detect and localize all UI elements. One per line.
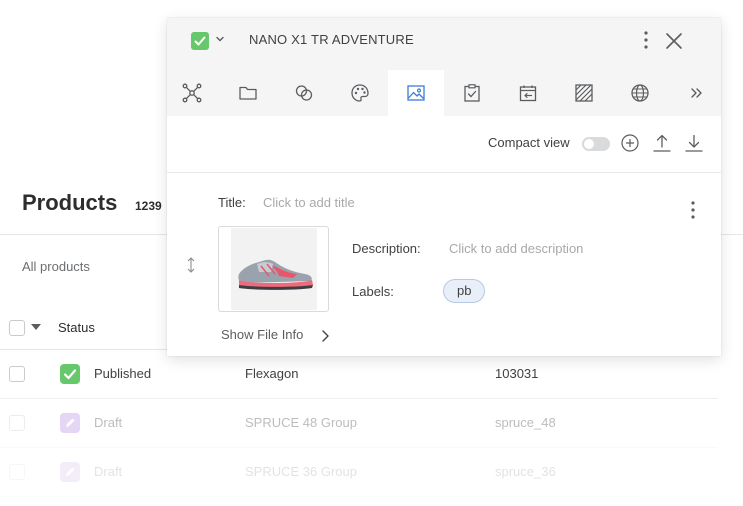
more-vertical-icon[interactable] <box>684 199 702 221</box>
hatched-square-icon <box>575 84 593 102</box>
double-chevron-right-icon <box>691 88 702 98</box>
status-label: Published <box>94 366 152 381</box>
chevron-down-icon[interactable] <box>215 34 225 44</box>
asset-thumbnail[interactable] <box>218 226 329 312</box>
tab-palette[interactable] <box>332 70 388 116</box>
asset-item: Title: Click to add title Description: C… <box>167 173 721 356</box>
shoe-image <box>231 228 317 310</box>
product-code: spruce_36 <box>495 464 556 479</box>
published-check-icon <box>60 364 80 384</box>
page-title: Products <box>22 190 118 215</box>
asset-description-label: Description: <box>352 241 421 256</box>
table-row[interactable]: Draft SPRUCE 48 Group spruce_48 <box>0 399 718 448</box>
asset-title-input[interactable]: Click to add title <box>263 195 355 210</box>
tab-localization[interactable] <box>612 70 668 116</box>
asset-labels-label: Labels: <box>352 284 394 299</box>
product-code: 103031 <box>495 366 539 381</box>
add-circle-icon[interactable] <box>620 133 640 153</box>
asset-description-input[interactable]: Click to add description <box>449 241 583 256</box>
tab-structure[interactable] <box>164 70 220 116</box>
tab-links[interactable] <box>276 70 332 116</box>
chevron-right-icon[interactable] <box>320 329 330 343</box>
status-label: Draft <box>94 415 123 430</box>
draft-pencil-icon <box>60 462 80 482</box>
product-code: spruce_48 <box>495 415 556 430</box>
row-checkbox[interactable] <box>9 415 25 431</box>
media-toolbar: Compact view <box>167 116 721 173</box>
tab-tasks[interactable] <box>444 70 500 116</box>
row-checkbox[interactable] <box>9 366 25 382</box>
tab-variants[interactable] <box>556 70 612 116</box>
tab-media[interactable] <box>388 70 444 116</box>
asset-title-label: Title: <box>218 195 246 210</box>
product-name: SPRUCE 48 Group <box>245 415 357 430</box>
caret-down-icon[interactable] <box>31 324 41 330</box>
panel-header: NANO X1 TR ADVENTURE <box>167 18 721 116</box>
draft-pencil-icon <box>60 413 80 433</box>
links-icon <box>295 85 313 101</box>
status-label: Draft <box>94 464 123 479</box>
filter-all-products[interactable]: All products <box>22 259 90 274</box>
compact-view-label: Compact view <box>488 135 570 150</box>
product-name: SPRUCE 36 Group <box>245 464 357 479</box>
image-icon <box>407 85 425 101</box>
close-icon[interactable] <box>663 30 685 52</box>
globe-icon <box>631 84 649 102</box>
label-chip[interactable]: pb <box>443 279 486 303</box>
table-row[interactable]: Draft SPRUCE 36 Group spruce_36 <box>0 448 718 497</box>
drag-handle-icon[interactable] <box>185 257 197 273</box>
palette-icon <box>351 84 369 102</box>
more-vertical-icon[interactable] <box>637 30 655 50</box>
download-icon[interactable] <box>684 133 704 153</box>
structure-icon <box>182 83 202 103</box>
select-all-checkbox[interactable] <box>9 320 25 336</box>
product-detail-panel: NANO X1 TR ADVENTURE Compact view Title:… <box>167 18 721 356</box>
upload-icon[interactable] <box>652 133 672 153</box>
tab-history[interactable] <box>500 70 556 116</box>
tab-folder[interactable] <box>220 70 276 116</box>
compact-view-toggle[interactable] <box>582 137 610 151</box>
row-checkbox[interactable] <box>9 464 25 480</box>
toggle-knob <box>584 139 594 149</box>
show-file-info-link[interactable]: Show File Info <box>221 327 303 342</box>
clipboard-check-icon <box>464 84 480 102</box>
tab-more[interactable] <box>668 70 724 116</box>
calendar-back-icon <box>519 85 537 102</box>
table-row[interactable]: Published Flexagon 103031 <box>0 350 718 399</box>
products-count: 1239 <box>135 199 162 213</box>
panel-select-checkbox[interactable] <box>191 32 209 50</box>
product-name: Flexagon <box>245 366 299 381</box>
column-header-status[interactable]: Status <box>58 320 95 335</box>
folder-icon <box>239 86 257 100</box>
panel-title: NANO X1 TR ADVENTURE <box>249 32 414 47</box>
